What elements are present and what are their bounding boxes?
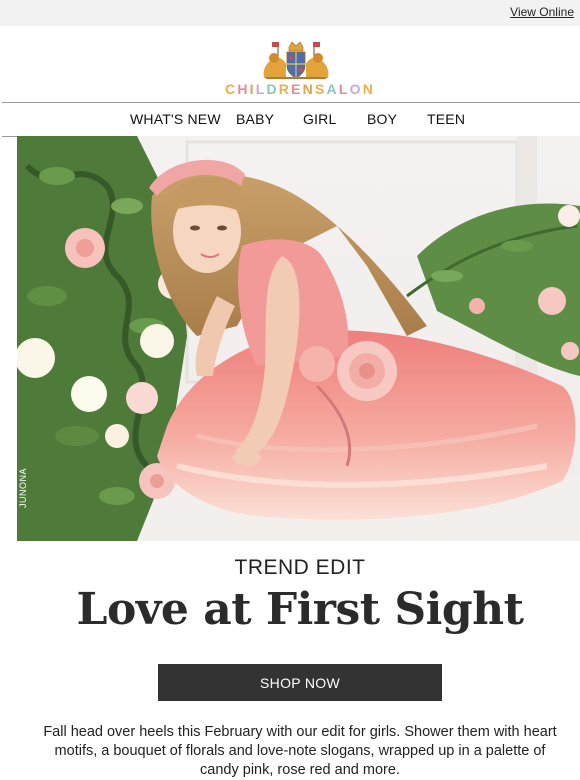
brand-letter: D: [266, 81, 279, 97]
nav-item-baby[interactable]: BABY: [236, 111, 274, 127]
shop-now-button[interactable]: SHOP NOW: [158, 664, 442, 701]
section-eyebrow: TREND EDIT: [234, 556, 366, 579]
brand-letter: N: [302, 81, 315, 97]
brand-letter: O: [349, 81, 363, 97]
brand-letter: R: [278, 81, 292, 97]
brand-logo[interactable]: CHILDRENSALON: [0, 36, 580, 98]
brand-letter: E: [291, 81, 303, 97]
brand-letter: L: [338, 81, 350, 97]
royal-crest-icon: [263, 41, 329, 79]
brand-letter: L: [255, 81, 267, 97]
brand-letter: N: [362, 81, 375, 97]
nav-item-whats-new[interactable]: WHAT'S NEW: [130, 111, 221, 127]
brand-letter: H: [237, 81, 250, 97]
main-nav: WHAT'S NEW BABY GIRL BOY TEEN: [2, 102, 580, 137]
brand-letter: C: [225, 81, 238, 97]
top-bar: View Online: [0, 0, 580, 26]
hero-photo: [17, 136, 580, 541]
brand-letter: S: [314, 81, 327, 97]
nav-item-girl[interactable]: GIRL: [303, 111, 336, 127]
nav-item-boy[interactable]: BOY: [367, 111, 397, 127]
photo-credit: JUNONA: [18, 467, 28, 508]
hero-image[interactable]: JUNONA: [17, 136, 580, 541]
view-online-link[interactable]: View Online: [510, 5, 574, 19]
page-title: Love at First Sight: [76, 584, 524, 635]
brand-wordmark: CHILDRENSALON: [0, 81, 580, 97]
brand-letter: A: [326, 81, 339, 97]
intro-paragraph: Fall head over heels this February with …: [43, 724, 557, 778]
nav-item-teen[interactable]: TEEN: [427, 111, 465, 127]
